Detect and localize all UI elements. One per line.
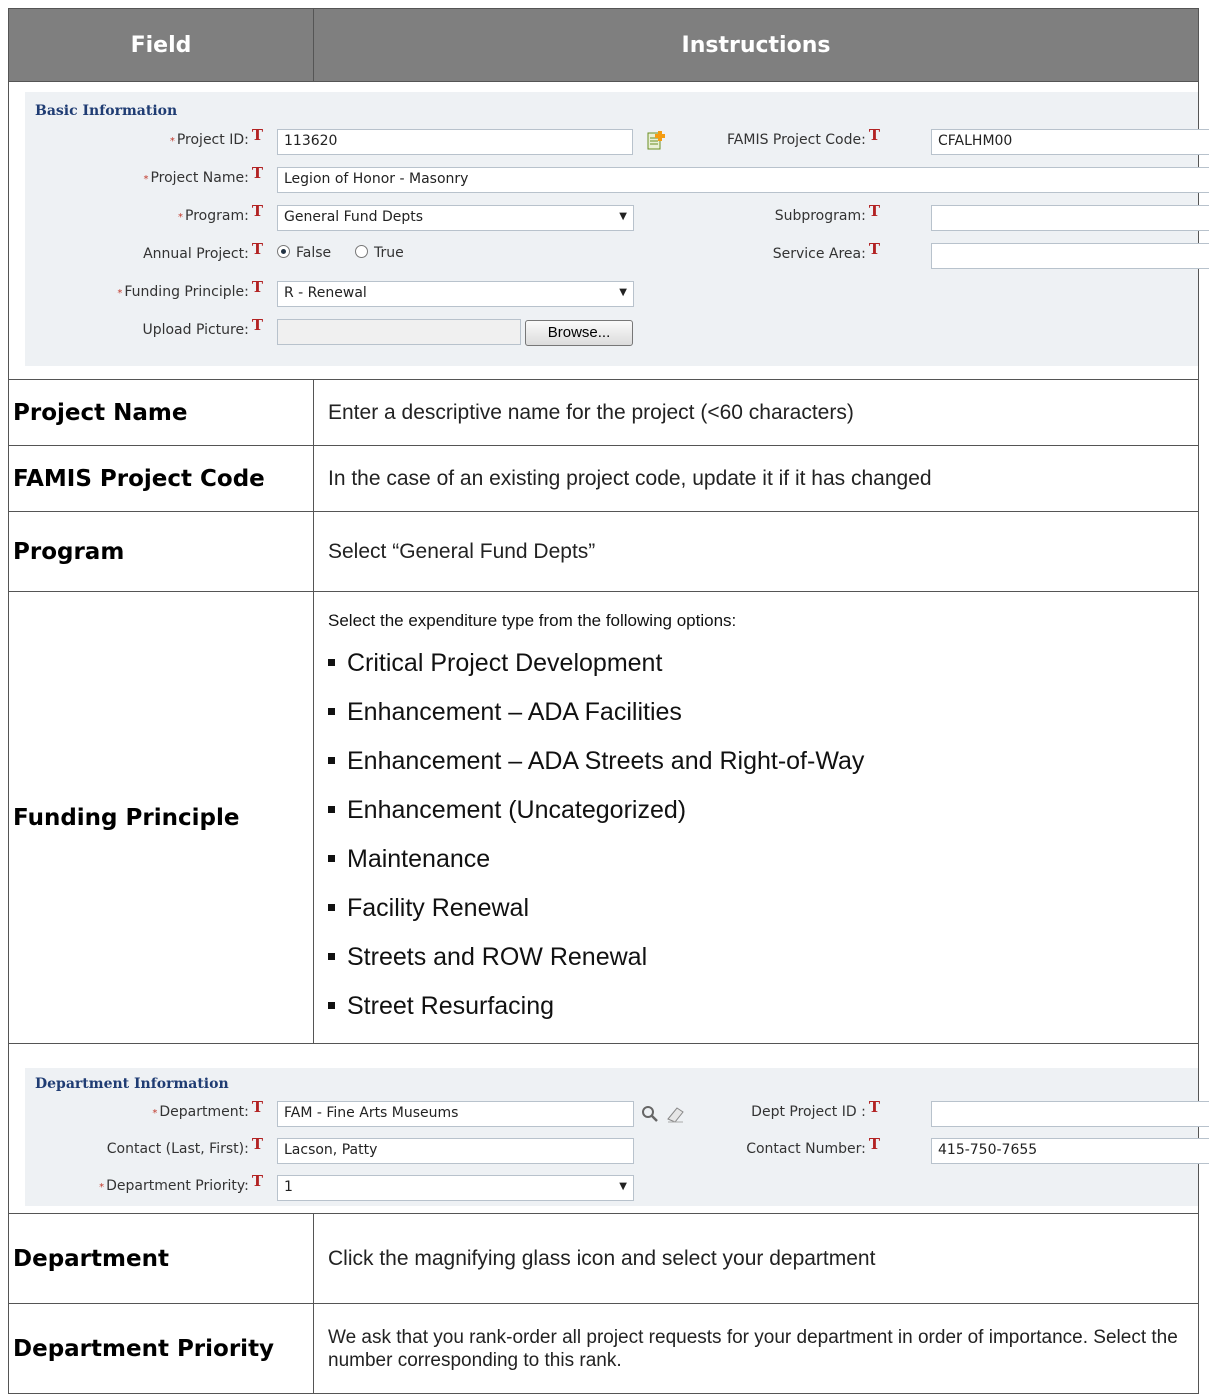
- translate-t-icon[interactable]: T: [252, 278, 263, 296]
- field-program: Program: [8, 511, 314, 592]
- department-label: * Department: T: [152, 1098, 263, 1120]
- eraser-icon[interactable]: [665, 1105, 687, 1127]
- project-id-label: * Project ID: T: [169, 126, 263, 148]
- list-item: Critical Project Development: [328, 639, 1198, 688]
- project-name-field[interactable]: Legion of Honor - Masonry: [277, 167, 1209, 193]
- translate-t-icon[interactable]: T: [252, 1172, 263, 1190]
- translate-t-icon[interactable]: T: [252, 1135, 263, 1153]
- service-area-label: Service Area: T: [772, 240, 880, 262]
- translate-t-icon[interactable]: T: [252, 164, 263, 182]
- funding-principle-label: * Funding Principle: T: [117, 278, 263, 300]
- translate-t-icon[interactable]: T: [252, 316, 263, 334]
- instr-department: Click the magnifying glass icon and sele…: [313, 1213, 1199, 1304]
- translate-t-icon[interactable]: T: [252, 126, 263, 144]
- translate-t-icon[interactable]: T: [869, 240, 880, 258]
- funding-principle-select[interactable]: R - Renewal: [277, 281, 634, 307]
- instr-program: Select “General Fund Depts”: [313, 511, 1199, 592]
- field-department-priority: Department Priority: [8, 1303, 314, 1394]
- add-project-icon[interactable]: [647, 130, 667, 156]
- field-project-name: Project Name: [8, 379, 314, 446]
- instr-department-priority: We ask that you rank-order all project r…: [313, 1303, 1199, 1394]
- list-item: Enhancement (Uncategorized): [328, 786, 1198, 835]
- basic-information-title: Basic Information: [35, 103, 178, 119]
- list-item: Maintenance: [328, 835, 1198, 884]
- upload-picture-field[interactable]: [277, 319, 521, 345]
- famis-project-code-field[interactable]: CFALHM00: [931, 129, 1209, 155]
- funding-intro: Select the expenditure type from the fol…: [328, 610, 737, 630]
- annual-project-label: Annual Project: T: [143, 240, 263, 262]
- translate-t-icon[interactable]: T: [869, 1098, 880, 1116]
- list-item: Streets and ROW Renewal: [328, 933, 1198, 982]
- instructions-table: Field Instructions Basic Information * Pr…: [8, 8, 1209, 1394]
- program-label: * Program: T: [178, 202, 263, 224]
- field-column-header: Field: [8, 8, 314, 82]
- basic-information-panel: Basic Information * Project ID: T 113620 F…: [25, 92, 1209, 366]
- upload-picture-label: Upload Picture: T: [142, 316, 263, 338]
- annual-false-radio[interactable]: False: [277, 244, 331, 261]
- service-area-field[interactable]: [931, 243, 1209, 269]
- instr-famis-project-code: In the case of an existing project code,…: [313, 445, 1199, 512]
- project-id-field[interactable]: 113620: [277, 129, 633, 155]
- list-item: Enhancement – ADA Facilities: [328, 688, 1198, 737]
- subprogram-field[interactable]: [931, 205, 1209, 231]
- magnifying-glass-icon[interactable]: [641, 1105, 661, 1127]
- department-field[interactable]: FAM - Fine Arts Museums: [277, 1101, 634, 1127]
- list-item: Facility Renewal: [328, 884, 1198, 933]
- translate-t-icon[interactable]: T: [869, 202, 880, 220]
- instr-funding-principle: Select the expenditure type from the fol…: [313, 591, 1199, 1044]
- instructions-column-header: Instructions: [313, 8, 1199, 82]
- project-name-label: * Project Name: T: [143, 164, 263, 186]
- contact-label: Contact (Last, First): T: [106, 1135, 263, 1157]
- famis-project-code-label: FAMIS Project Code: T: [727, 126, 880, 148]
- contact-number-field[interactable]: 415-750-7655: [931, 1138, 1209, 1164]
- department-information-title: Department Information: [35, 1076, 229, 1092]
- list-item: Enhancement – ADA Streets and Right-of-W…: [328, 737, 1198, 786]
- contact-field[interactable]: Lacson, Patty: [277, 1138, 634, 1164]
- field-department: Department: [8, 1213, 314, 1304]
- browse-button[interactable]: Browse...: [525, 320, 633, 346]
- contact-number-label: Contact Number: T: [746, 1135, 880, 1157]
- translate-t-icon[interactable]: T: [252, 202, 263, 220]
- department-priority-label: * Department Priority: T: [99, 1172, 263, 1194]
- annual-true-radio[interactable]: True: [355, 244, 404, 261]
- translate-t-icon[interactable]: T: [252, 240, 263, 258]
- dept-project-id-label: Dept Project ID :T: [751, 1098, 880, 1120]
- dept-project-id-field[interactable]: [931, 1101, 1209, 1127]
- subprogram-label: Subprogram: T: [774, 202, 880, 224]
- department-priority-select[interactable]: 1: [277, 1175, 634, 1201]
- translate-t-icon[interactable]: T: [869, 126, 880, 144]
- document: Field Instructions Basic Information * Pr…: [8, 8, 1209, 1394]
- translate-t-icon[interactable]: T: [252, 1098, 263, 1116]
- funding-options-list: Critical Project Development Enhancement…: [328, 639, 1198, 1031]
- list-item: Street Resurfacing: [328, 982, 1198, 1031]
- field-funding-principle: Funding Principle: [8, 591, 314, 1044]
- instr-project-name: Enter a descriptive name for the project…: [313, 379, 1199, 446]
- department-information-panel: Department Information * Department: T FAM…: [25, 1068, 1209, 1206]
- translate-t-icon[interactable]: T: [869, 1135, 880, 1153]
- program-select[interactable]: General Fund Depts: [277, 205, 634, 231]
- field-famis-project-code: FAMIS Project Code: [8, 445, 314, 512]
